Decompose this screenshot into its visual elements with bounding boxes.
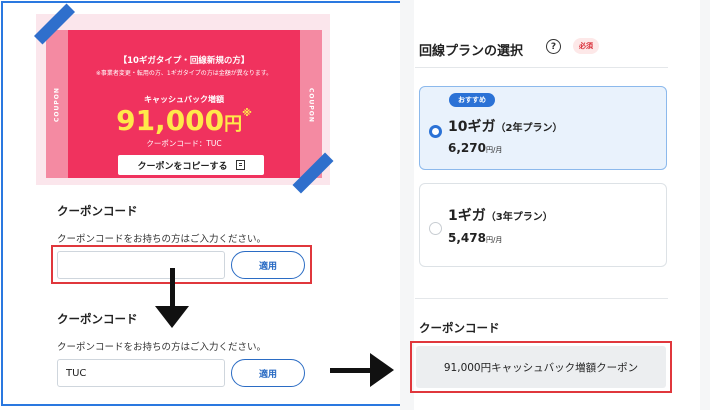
plan-term: （3年プラン）	[485, 212, 553, 223]
plan-price-value: 5,478	[448, 231, 486, 245]
applied-coupon-heading: クーポンコード	[419, 321, 500, 335]
down-arrow-icon-head	[155, 306, 189, 328]
plan-name-text: 1ギガ	[448, 208, 486, 224]
plan-name-text: 10ギガ	[448, 119, 496, 135]
coupon-amount-mark: ※	[242, 108, 252, 119]
coupon-code-heading: クーポンコード	[57, 204, 138, 218]
copy-icon	[235, 160, 245, 170]
copy-coupon-button[interactable]: クーポンをコピーする	[118, 155, 264, 175]
right-arrow-icon	[330, 368, 374, 373]
coupon-card: COUPON COUPON 【10ギガタイプ・回線新規の方】 ※事業者変更・転用…	[46, 30, 322, 178]
radio-selected-icon[interactable]	[429, 125, 442, 138]
down-arrow-icon	[170, 268, 175, 310]
highlight-box	[410, 341, 672, 393]
plan-price-unit: 円/月	[485, 146, 503, 154]
plan-price-value: 6,270	[448, 141, 486, 155]
recommended-badge: おすすめ	[449, 93, 495, 107]
highlight-box	[51, 245, 312, 284]
coupon-code-input[interactable]	[57, 359, 225, 387]
plan-option-1g[interactable]: 1ギガ（3年プラン） 5,478円/月	[419, 183, 667, 267]
coupon-title: 【10ギガタイプ・回線新規の方】	[118, 56, 250, 66]
apply-button[interactable]: 適用	[231, 359, 305, 387]
divider	[415, 298, 668, 299]
coupon-code-description: クーポンコードをお持ちの方はご入力ください。	[57, 342, 267, 353]
help-icon[interactable]: ?	[546, 39, 561, 54]
right-arrow-icon-head	[370, 353, 394, 387]
copy-coupon-label: クーポンをコピーする	[137, 161, 228, 172]
coupon-code-text: クーポンコード：TUC	[146, 139, 222, 148]
plan-name: 1ギガ（3年プラン）	[448, 205, 553, 225]
coupon-amount-unit: 円	[224, 114, 243, 135]
plan-selection-heading: 回線プランの選択	[419, 44, 524, 59]
radio-unselected-icon[interactable]	[429, 222, 442, 235]
coupon-note: ※事業者変更・転用の方、1ギガタイプの方は金額が異なります。	[95, 70, 273, 77]
coupon-amount: 91,000円※	[46, 104, 322, 137]
plan-price: 5,478円/月	[448, 231, 502, 245]
coupon-banner: COUPON COUPON 【10ギガタイプ・回線新規の方】 ※事業者変更・転用…	[34, 3, 334, 194]
required-badge: 必須	[573, 38, 599, 54]
divider	[415, 67, 668, 68]
coupon-amount-number: 91,000	[116, 104, 225, 137]
coupon-code-heading: クーポンコード	[57, 312, 138, 326]
plan-price: 6,270円/月	[448, 141, 502, 155]
plan-term: （2年プラン）	[495, 123, 563, 134]
coupon-code-description: クーポンコードをお持ちの方はご入力ください。	[57, 234, 267, 245]
plan-name: 10ギガ（2年プラン）	[448, 116, 562, 136]
apply-button-label: 適用	[258, 369, 277, 380]
plan-option-10g[interactable]: おすすめ 10ギガ（2年プラン） 6,270円/月	[419, 86, 667, 170]
plan-price-unit: 円/月	[485, 236, 503, 244]
